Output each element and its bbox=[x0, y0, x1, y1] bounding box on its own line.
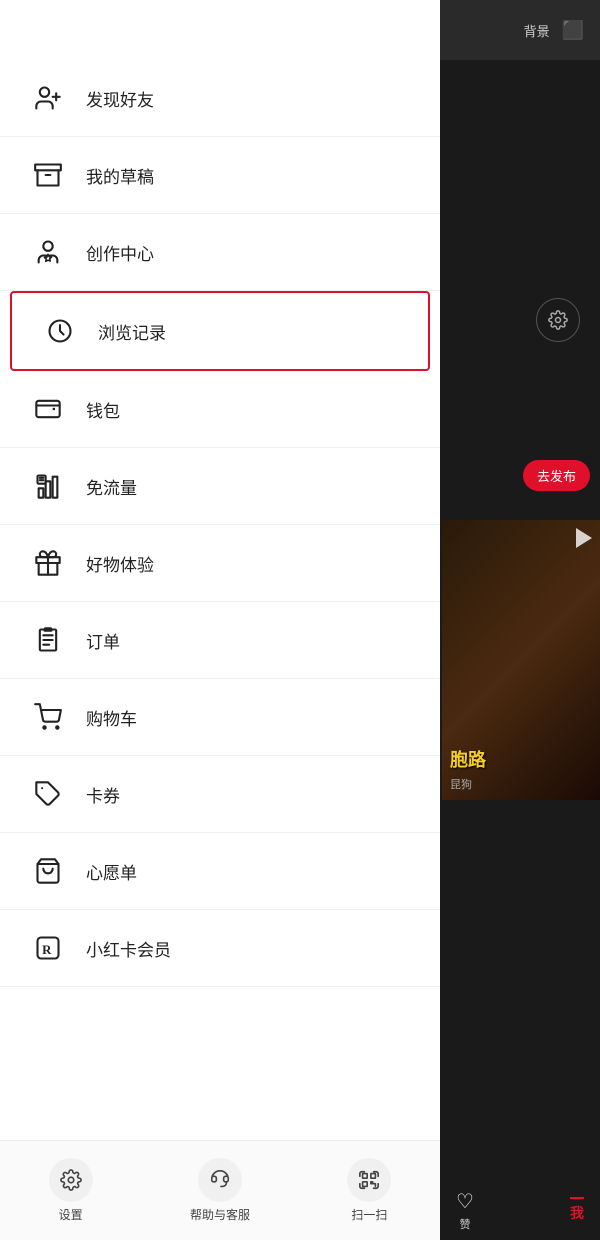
me-tab[interactable]: 我 bbox=[570, 1197, 584, 1223]
menu-item-shopping-cart[interactable]: 购物车 bbox=[0, 679, 440, 756]
export-icon[interactable]: ⬛ bbox=[562, 20, 584, 41]
menu-label-wallet: 钱包 bbox=[86, 397, 120, 422]
scan-label: 扫一扫 bbox=[351, 1206, 387, 1223]
toolbar-item-scan[interactable]: 扫一扫 bbox=[347, 1158, 391, 1223]
video-title: 胞路 bbox=[450, 746, 592, 772]
menu-label-find-friends: 发现好友 bbox=[86, 86, 154, 111]
right-bottom-bar: ♡ 赞 我 bbox=[440, 1180, 600, 1240]
settings-icon bbox=[60, 1169, 82, 1191]
headset-icon bbox=[209, 1169, 231, 1191]
menu-item-creation-center[interactable]: 创作中心 bbox=[0, 214, 440, 291]
video-subtitle: 昆狗 bbox=[450, 776, 592, 792]
menu-label-good-experience: 好物体验 bbox=[86, 551, 154, 576]
gift-icon bbox=[30, 545, 66, 581]
settings-circle-icon[interactable] bbox=[536, 298, 580, 342]
menu-item-coupons[interactable]: 卡券 bbox=[0, 756, 440, 833]
heart-action[interactable]: ♡ 赞 bbox=[456, 1189, 474, 1232]
r-badge-icon: R bbox=[30, 930, 66, 966]
user-star-icon bbox=[30, 234, 66, 270]
menu-item-red-membership[interactable]: R 小红卡会员 bbox=[0, 910, 440, 987]
scan-icon bbox=[358, 1169, 380, 1191]
clock-icon bbox=[42, 313, 78, 349]
menu-label-orders: 订单 bbox=[86, 628, 120, 653]
menu-item-good-experience[interactable]: 好物体验 bbox=[0, 525, 440, 602]
scan-icon-wrap bbox=[347, 1158, 391, 1202]
bar-chart-icon bbox=[30, 468, 66, 504]
bag-icon bbox=[30, 853, 66, 889]
left-menu: 发现好友 我的草稿 创作中心 bbox=[0, 0, 440, 1240]
menu-label-creation-center: 创作中心 bbox=[86, 240, 154, 265]
right-top-bar: 背景 ⬛ bbox=[440, 0, 600, 60]
right-settings-area bbox=[440, 280, 600, 360]
menu-item-orders[interactable]: 订单 bbox=[0, 602, 440, 679]
bottom-toolbar: 设置 帮助与客服 bbox=[0, 1140, 440, 1240]
heart-label: 赞 bbox=[459, 1216, 470, 1232]
menu-item-find-friends[interactable]: 发现好友 bbox=[0, 60, 440, 137]
settings-icon-wrap bbox=[49, 1158, 93, 1202]
clipboard-icon bbox=[30, 622, 66, 658]
right-panel: 背景 ⬛ 去发布 胞路 昆狗 ♡ 赞 我 bbox=[440, 0, 600, 1240]
inbox-icon bbox=[30, 157, 66, 193]
background-label: 背景 bbox=[524, 21, 550, 40]
wallet-icon bbox=[30, 391, 66, 427]
go-publish-button[interactable]: 去发布 bbox=[523, 460, 590, 491]
heart-icon: ♡ bbox=[456, 1189, 474, 1214]
menu-item-wishlist[interactable]: 心愿单 bbox=[0, 833, 440, 910]
menu-item-my-drafts[interactable]: 我的草稿 bbox=[0, 137, 440, 214]
cart-icon bbox=[30, 699, 66, 735]
headset-icon-wrap bbox=[198, 1158, 242, 1202]
menu-label-my-drafts: 我的草稿 bbox=[86, 163, 154, 188]
video-thumbnail: 胞路 昆狗 bbox=[442, 520, 600, 800]
menu-label-shopping-cart: 购物车 bbox=[86, 705, 137, 730]
help-label: 帮助与客服 bbox=[190, 1206, 250, 1223]
menu-label-free-traffic: 免流量 bbox=[86, 474, 137, 499]
me-label: 我 bbox=[570, 1197, 584, 1223]
menu-item-wallet[interactable]: 钱包 bbox=[0, 371, 440, 448]
toolbar-item-settings[interactable]: 设置 bbox=[49, 1158, 93, 1223]
play-icon[interactable] bbox=[576, 528, 592, 548]
menu-list: 发现好友 我的草稿 创作中心 bbox=[0, 0, 440, 987]
menu-label-browse-history: 浏览记录 bbox=[98, 319, 166, 344]
menu-label-wishlist: 心愿单 bbox=[86, 859, 137, 884]
user-plus-icon bbox=[30, 80, 66, 116]
menu-label-red-membership: 小红卡会员 bbox=[86, 936, 171, 961]
menu-label-coupons: 卡券 bbox=[86, 782, 120, 807]
tag-icon bbox=[30, 776, 66, 812]
settings-label: 设置 bbox=[59, 1206, 83, 1223]
svg-text:R: R bbox=[42, 943, 52, 957]
toolbar-item-help[interactable]: 帮助与客服 bbox=[190, 1158, 250, 1223]
menu-item-free-traffic[interactable]: 免流量 bbox=[0, 448, 440, 525]
menu-item-browse-history[interactable]: 浏览记录 bbox=[10, 291, 430, 371]
